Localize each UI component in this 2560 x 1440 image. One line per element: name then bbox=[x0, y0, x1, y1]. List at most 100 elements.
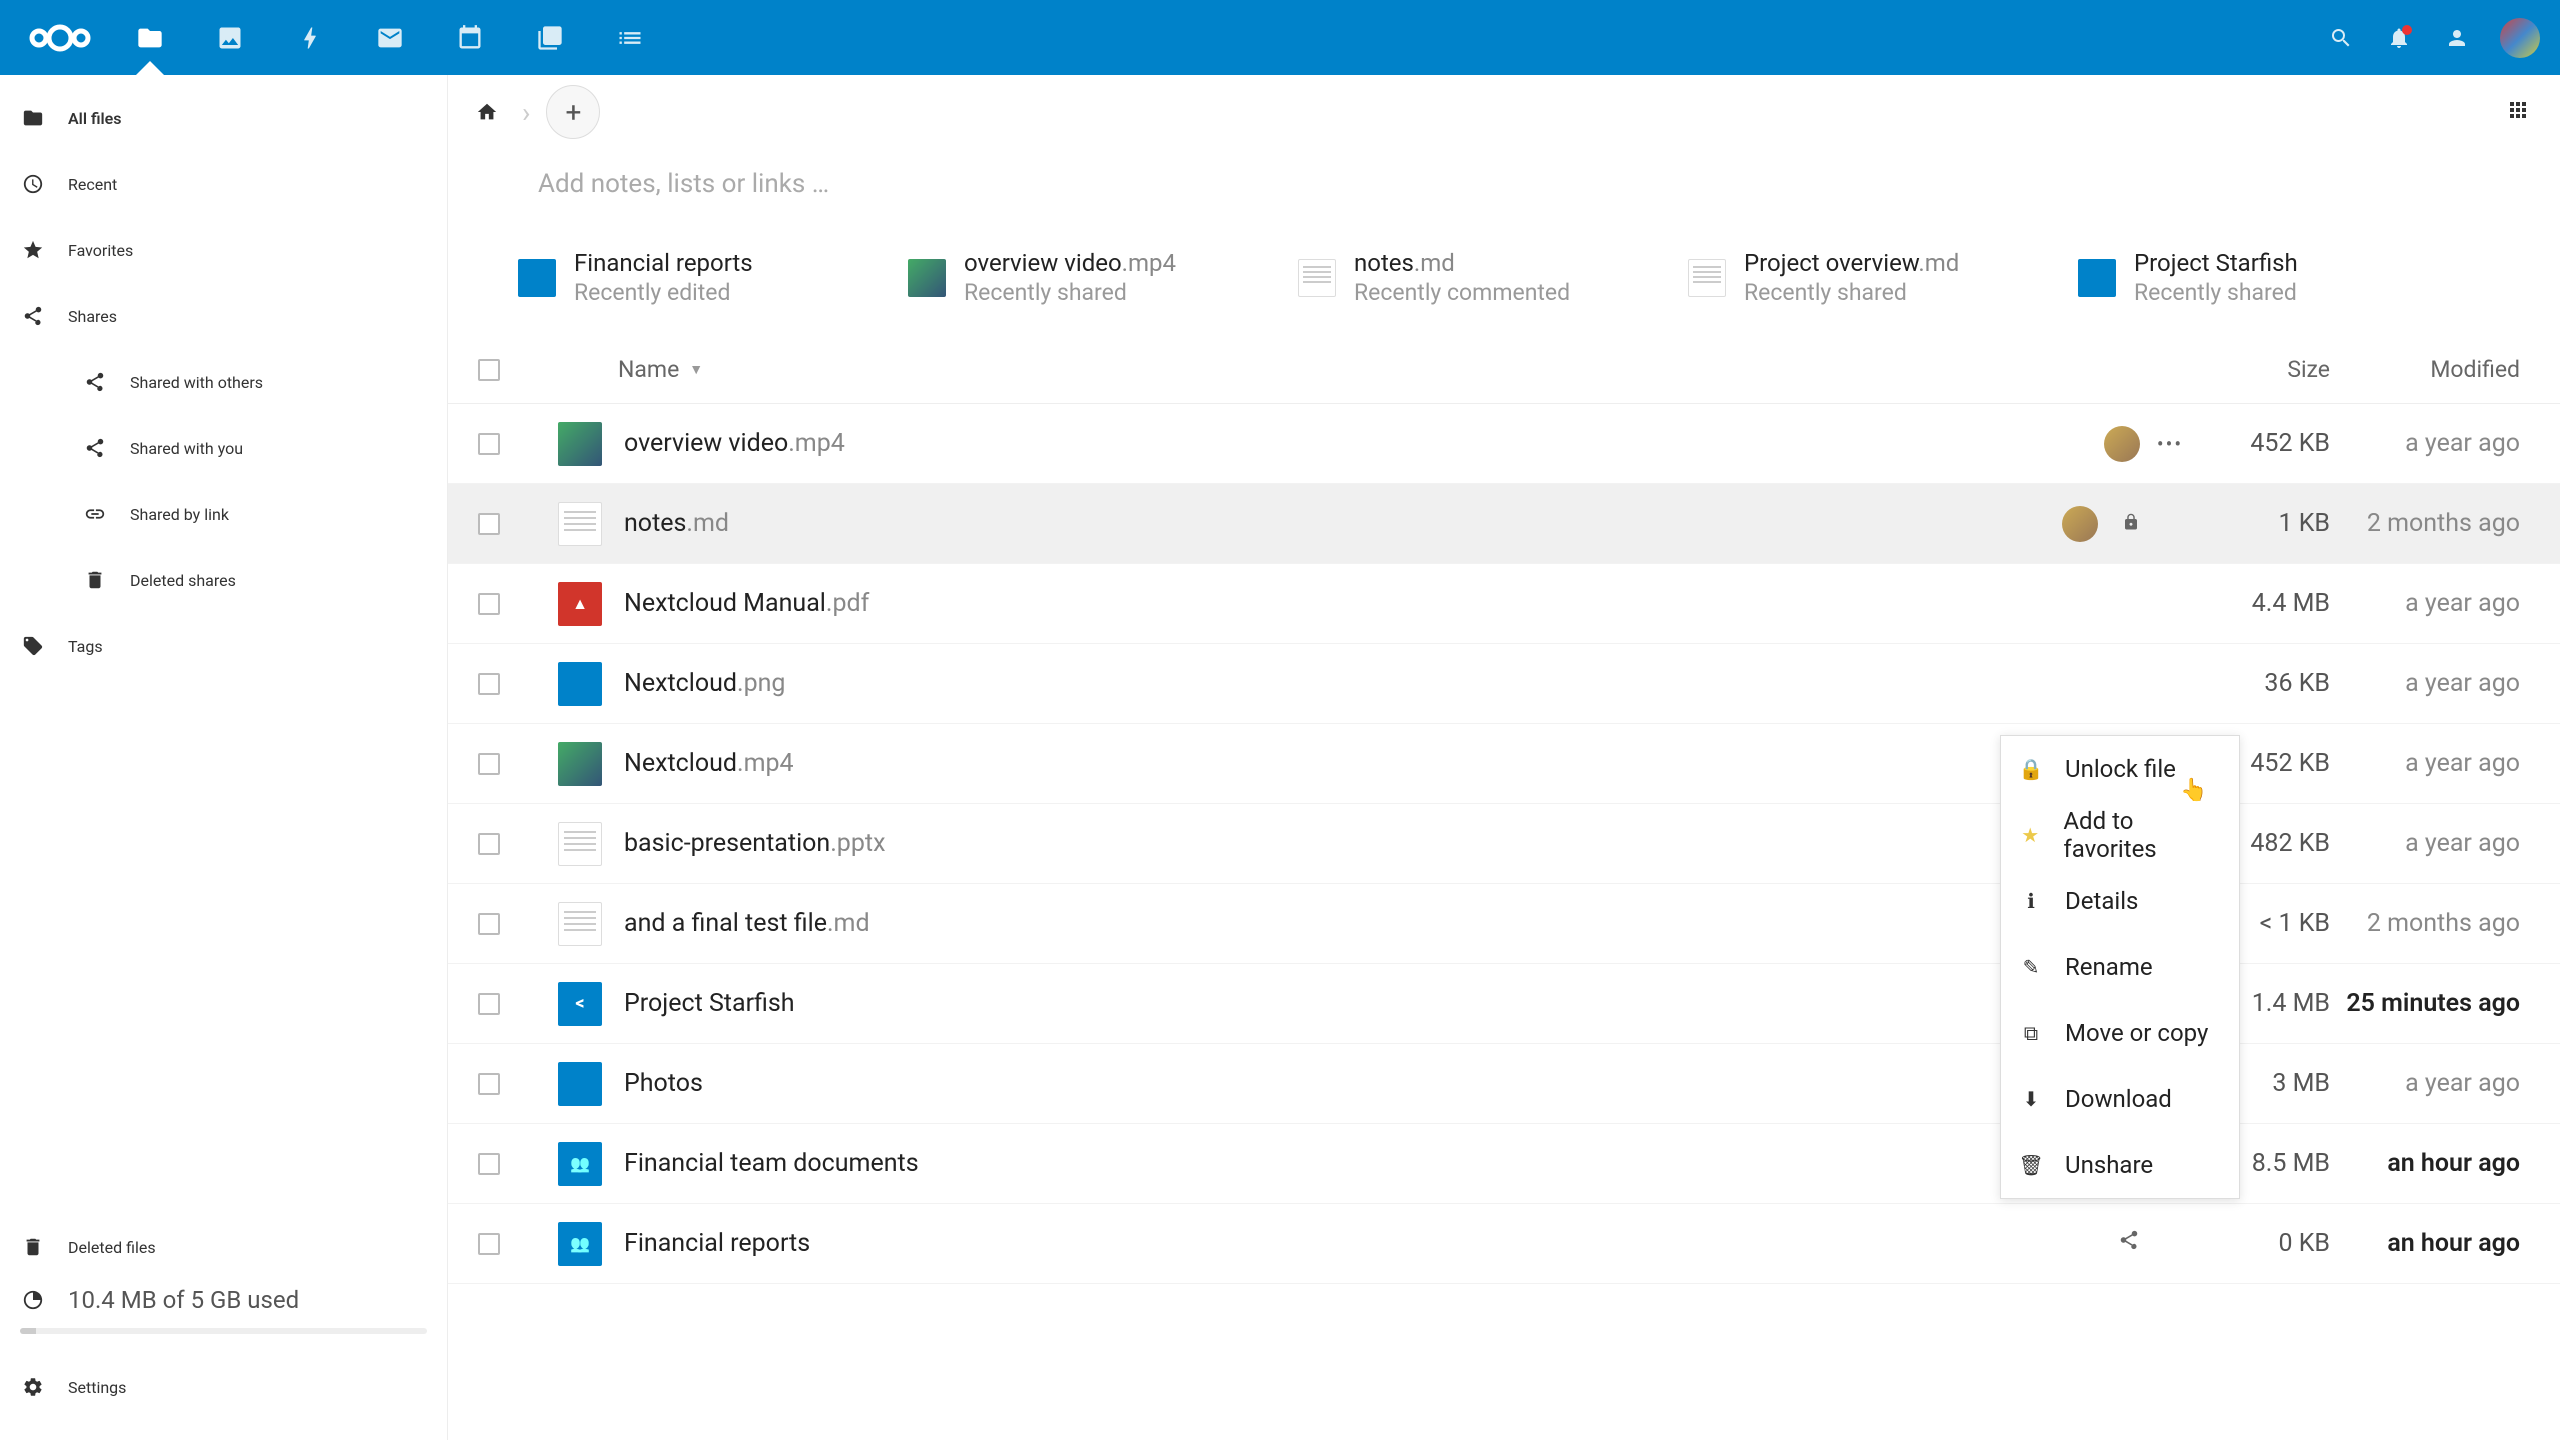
file-size: 452 KB bbox=[2200, 429, 2330, 458]
recommendation-item[interactable]: Project StarfishRecently shared bbox=[2078, 249, 2468, 306]
info-icon: ℹ bbox=[2021, 889, 2041, 913]
ctx-rename[interactable]: ✎Rename bbox=[2001, 934, 2239, 1000]
sidebar-item-shares[interactable]: Shares bbox=[0, 283, 447, 349]
column-modified[interactable]: Modified bbox=[2330, 356, 2560, 383]
row-checkbox[interactable] bbox=[478, 753, 500, 775]
nav-calendar[interactable] bbox=[430, 0, 510, 75]
quota-bar bbox=[20, 1328, 427, 1334]
column-name[interactable]: Name ▼ bbox=[538, 356, 2010, 383]
row-checkbox[interactable] bbox=[478, 1233, 500, 1255]
file-row[interactable]: Financial team documents•••8.5 MBan hour… bbox=[448, 1124, 2560, 1204]
bell-icon bbox=[2387, 26, 2411, 50]
file-row[interactable]: overview video.mp4•••452 KBa year ago bbox=[448, 404, 2560, 484]
breadcrumb-home[interactable] bbox=[468, 93, 506, 131]
sidebar-item-deleted-shares[interactable]: Deleted shares bbox=[0, 547, 447, 613]
file-row[interactable]: Photos•••3 MBa year ago bbox=[448, 1044, 2560, 1124]
ctx-label: Rename bbox=[2065, 953, 2153, 981]
sidebar-item-tags[interactable]: Tags bbox=[0, 613, 447, 679]
recommendation-item[interactable]: overview video.mp4Recently shared bbox=[908, 249, 1298, 306]
file-row[interactable]: notes.md1 KB2 months ago bbox=[448, 484, 2560, 564]
nav-mail[interactable] bbox=[350, 0, 430, 75]
sidebar-deleted-files[interactable]: Deleted files bbox=[0, 1214, 447, 1280]
file-row[interactable]: Nextcloud Manual.pdf4.4 MBa year ago bbox=[448, 564, 2560, 644]
rec-thumb-icon bbox=[1688, 259, 1726, 297]
row-checkbox[interactable] bbox=[478, 993, 500, 1015]
row-checkbox[interactable] bbox=[478, 593, 500, 615]
download-icon: ⬇ bbox=[2021, 1087, 2041, 1111]
breadcrumb-separator: › bbox=[522, 96, 530, 129]
table-header: Name ▼ Size Modified bbox=[448, 336, 2560, 404]
file-modified: 25 minutes ago bbox=[2330, 989, 2560, 1018]
user-avatar[interactable] bbox=[2500, 18, 2540, 58]
recommendations: Financial reportsRecently editedoverview… bbox=[448, 249, 2560, 336]
view-toggle[interactable] bbox=[2506, 98, 2530, 126]
column-size[interactable]: Size bbox=[2200, 356, 2330, 383]
nav-tasks[interactable] bbox=[590, 0, 670, 75]
recommendation-item[interactable]: notes.mdRecently commented bbox=[1298, 249, 1688, 306]
sidebar-item-shared-by-link[interactable]: Shared by link bbox=[0, 481, 447, 547]
header-right bbox=[2326, 18, 2540, 58]
nav-activity[interactable] bbox=[270, 0, 350, 75]
context-menu: 🔒Unlock file★Add to favoritesℹDetails✎Re… bbox=[2000, 735, 2240, 1199]
ctx-details[interactable]: ℹDetails bbox=[2001, 868, 2239, 934]
ctx-label: Unlock file bbox=[2065, 755, 2176, 783]
nav-gallery[interactable] bbox=[190, 0, 270, 75]
file-row[interactable]: Financial reports0 KBan hour ago bbox=[448, 1204, 2560, 1284]
select-all-checkbox[interactable] bbox=[478, 359, 500, 381]
ctx-unshare[interactable]: 🗑Unshare bbox=[2001, 1132, 2239, 1198]
sidebar-item-label: Deleted shares bbox=[130, 571, 236, 590]
row-checkbox[interactable] bbox=[478, 913, 500, 935]
recommendation-item[interactable]: Financial reportsRecently edited bbox=[518, 249, 908, 306]
nav-apps bbox=[110, 0, 670, 75]
row-checkbox[interactable] bbox=[478, 833, 500, 855]
row-checkbox[interactable] bbox=[478, 1153, 500, 1175]
file-size: 0 KB bbox=[2200, 1229, 2330, 1258]
file-size: 4.4 MB bbox=[2200, 589, 2330, 618]
rec-thumb-icon bbox=[2078, 259, 2116, 297]
file-row[interactable]: Project Starfish1.4 MB25 minutes ago bbox=[448, 964, 2560, 1044]
sidebar-item-shared-with-you[interactable]: Shared with you bbox=[0, 415, 447, 481]
sidebar-item-favorites[interactable]: Favorites bbox=[0, 217, 447, 283]
row-checkbox[interactable] bbox=[478, 433, 500, 455]
file-name: Photos bbox=[624, 1069, 2020, 1098]
search-button[interactable] bbox=[2326, 23, 2356, 53]
row-checkbox[interactable] bbox=[478, 1073, 500, 1095]
sidebar-item-recent[interactable]: Recent bbox=[0, 151, 447, 217]
contacts-button[interactable] bbox=[2442, 23, 2472, 53]
notifications-button[interactable] bbox=[2384, 23, 2414, 53]
file-modified: a year ago bbox=[2330, 669, 2560, 698]
image-icon bbox=[216, 24, 244, 52]
file-modified: 2 months ago bbox=[2330, 909, 2560, 938]
file-row[interactable]: and a final test file.md< 1 KB2 months a… bbox=[448, 884, 2560, 964]
recommendation-item[interactable]: Project overview.mdRecently shared bbox=[1688, 249, 2078, 306]
ctx-move-or-copy[interactable]: ⧉Move or copy bbox=[2001, 1000, 2239, 1066]
ctx-label: Download bbox=[2065, 1085, 2172, 1113]
file-row[interactable]: Nextcloud.png36 KBa year ago bbox=[448, 644, 2560, 724]
file-size: 36 KB bbox=[2200, 669, 2330, 698]
sidebar-item-label: All files bbox=[68, 109, 122, 128]
ctx-add-to-favorites[interactable]: ★Add to favorites bbox=[2001, 802, 2239, 868]
file-row[interactable]: basic-presentation.pptx482 KBa year ago bbox=[448, 804, 2560, 884]
file-type-icon bbox=[558, 422, 602, 466]
rec-name: Financial reports bbox=[574, 249, 753, 277]
rec-thumb-icon bbox=[908, 259, 946, 297]
logo[interactable] bbox=[20, 21, 100, 55]
nav-files[interactable] bbox=[110, 0, 190, 75]
sidebar-item-all-files[interactable]: All files bbox=[0, 85, 447, 151]
nextcloud-logo-icon bbox=[29, 21, 91, 55]
sidebar-settings[interactable]: Settings bbox=[0, 1354, 447, 1420]
nav-deck[interactable] bbox=[510, 0, 590, 75]
sidebar-item-shared-with-others[interactable]: Shared with others bbox=[0, 349, 447, 415]
row-checkbox[interactable] bbox=[478, 673, 500, 695]
row-actions-button[interactable]: ••• bbox=[2140, 432, 2200, 456]
file-row[interactable]: Nextcloud.mp4452 KBa year ago bbox=[448, 724, 2560, 804]
grid-icon bbox=[2506, 98, 2530, 122]
ctx-download[interactable]: ⬇ Download bbox=[2001, 1066, 2239, 1132]
row-checkbox[interactable] bbox=[478, 513, 500, 535]
ctx-label: Unshare bbox=[2065, 1151, 2153, 1179]
shared-by-avatar bbox=[2104, 426, 2140, 462]
trash-icon bbox=[22, 1236, 44, 1258]
share-indicator[interactable] bbox=[2118, 1229, 2140, 1258]
notes-placeholder[interactable]: Add notes, lists or links … bbox=[448, 149, 2560, 249]
add-button[interactable]: + bbox=[546, 85, 600, 139]
